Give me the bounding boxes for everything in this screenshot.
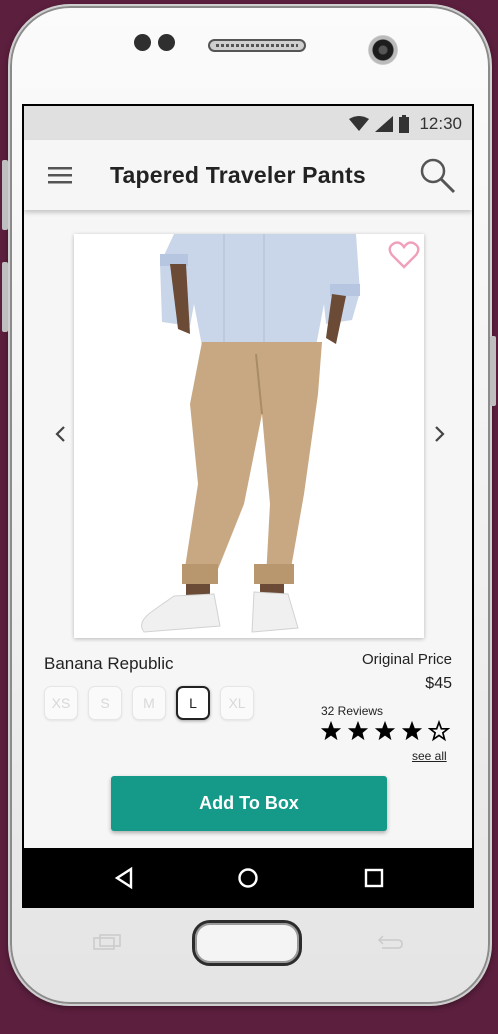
size-selector: XS S M L XL [44,686,254,720]
carousel-prev-arrow[interactable] [52,424,70,444]
status-bar: 12:30 [24,106,472,140]
size-option-m[interactable]: M [132,686,166,720]
earpiece-speaker [208,39,306,52]
heart-outline-icon[interactable] [388,240,420,270]
status-clock: 12:30 [419,114,462,133]
home-circle-icon[interactable] [236,866,260,890]
power-button [490,336,496,406]
page-title: Tapered Traveler Pants [110,162,366,188]
star-rating [320,720,450,742]
volume-down-button [2,262,8,332]
wifi-icon [349,116,370,131]
volume-up-button [2,160,8,230]
sensor-dot [158,34,175,51]
recents-square-icon[interactable] [362,866,386,890]
recent-apps-key-icon [93,934,121,950]
search-icon[interactable] [418,156,458,196]
star-filled-icon [374,720,396,741]
see-all-reviews-link[interactable]: see all [412,749,447,763]
hamburger-menu-icon[interactable] [48,165,72,185]
app-bar: Tapered Traveler Pants [24,140,472,210]
device-screen: 12:30 Tapered Traveler Pants Banana Repu… [22,104,474,908]
star-filled-icon [401,720,423,741]
star-filled-icon [347,720,369,741]
add-to-box-button[interactable]: Add To Box [111,776,387,831]
size-option-xl[interactable]: XL [220,686,254,720]
system-nav-bar [22,848,474,908]
original-price-label: Original Price [361,651,452,668]
battery-icon [399,115,410,133]
size-option-s[interactable]: S [88,686,122,720]
back-key-icon [377,935,403,949]
cell-signal-icon [375,116,394,132]
hardware-home-button[interactable] [192,920,302,966]
product-price: $45 [425,675,452,692]
front-camera [368,35,398,65]
sensor-dot [134,34,151,51]
star-outline-icon [428,720,450,742]
size-option-l[interactable]: L [176,686,210,720]
app-content: 12:30 Tapered Traveler Pants Banana Repu… [24,106,472,848]
product-brand: Banana Republic [44,654,174,673]
product-image [74,234,424,638]
size-option-xs[interactable]: XS [44,686,78,720]
product-photo-pants [74,234,424,638]
back-triangle-icon[interactable] [112,866,136,890]
star-filled-icon [320,720,342,741]
reviews-count: 32 Reviews [321,704,384,718]
carousel-next-arrow[interactable] [430,424,448,444]
